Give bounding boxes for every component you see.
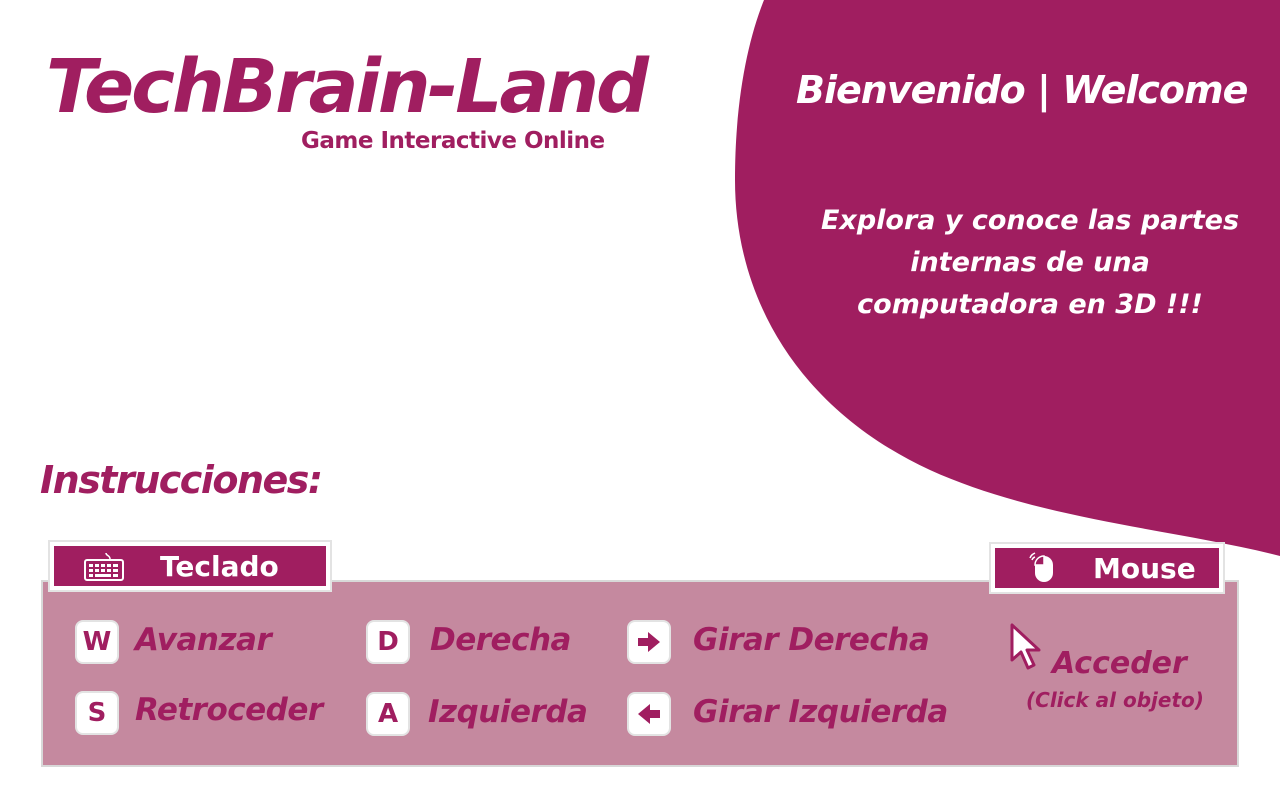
key-a: A	[366, 692, 410, 736]
arrow-right-icon	[638, 632, 660, 652]
mouse-tab-label: Mouse	[1093, 551, 1196, 585]
action-girar-derecha: Girar Derecha	[693, 622, 930, 658]
intro-text: Explora y conoce las partes internas de …	[790, 200, 1270, 326]
instructions-title: Instrucciones:	[40, 458, 323, 502]
brand-subtitle: Game Interactive Online	[301, 128, 605, 154]
intro-line: Explora y conoce las partes	[820, 205, 1240, 236]
action-derecha: Derecha	[430, 622, 571, 658]
action-izquierda: Izquierda	[428, 694, 588, 730]
arrow-left-icon	[638, 704, 660, 724]
keyboard-tab-label: Teclado	[160, 549, 279, 583]
action-avanzar: Avanzar	[135, 622, 272, 658]
mouse-action-hint: (Click al objeto)	[1026, 688, 1204, 712]
action-retroceder: Retroceder	[135, 692, 323, 728]
welcome-heading: Bienvenido | Welcome	[796, 68, 1248, 112]
cursor-icon	[1010, 623, 1041, 670]
key-arrow-right	[627, 620, 671, 664]
keyboard-tab: Teclado	[48, 540, 332, 592]
brand-title: TechBrain-Land	[46, 44, 649, 130]
intro-line: computadora en 3D !!!	[857, 289, 1203, 320]
key-w: W	[75, 620, 119, 664]
mouse-icon	[1023, 552, 1063, 584]
key-s: S	[75, 691, 119, 735]
action-girar-izquierda: Girar Izquierda	[693, 694, 948, 730]
mouse-tab: Mouse	[989, 542, 1225, 594]
intro-line: internas de una	[910, 247, 1150, 278]
key-arrow-left	[627, 692, 671, 736]
mouse-action-acceder: Acceder	[1052, 646, 1187, 681]
keyboard-icon	[84, 550, 124, 582]
key-d: D	[366, 620, 410, 664]
